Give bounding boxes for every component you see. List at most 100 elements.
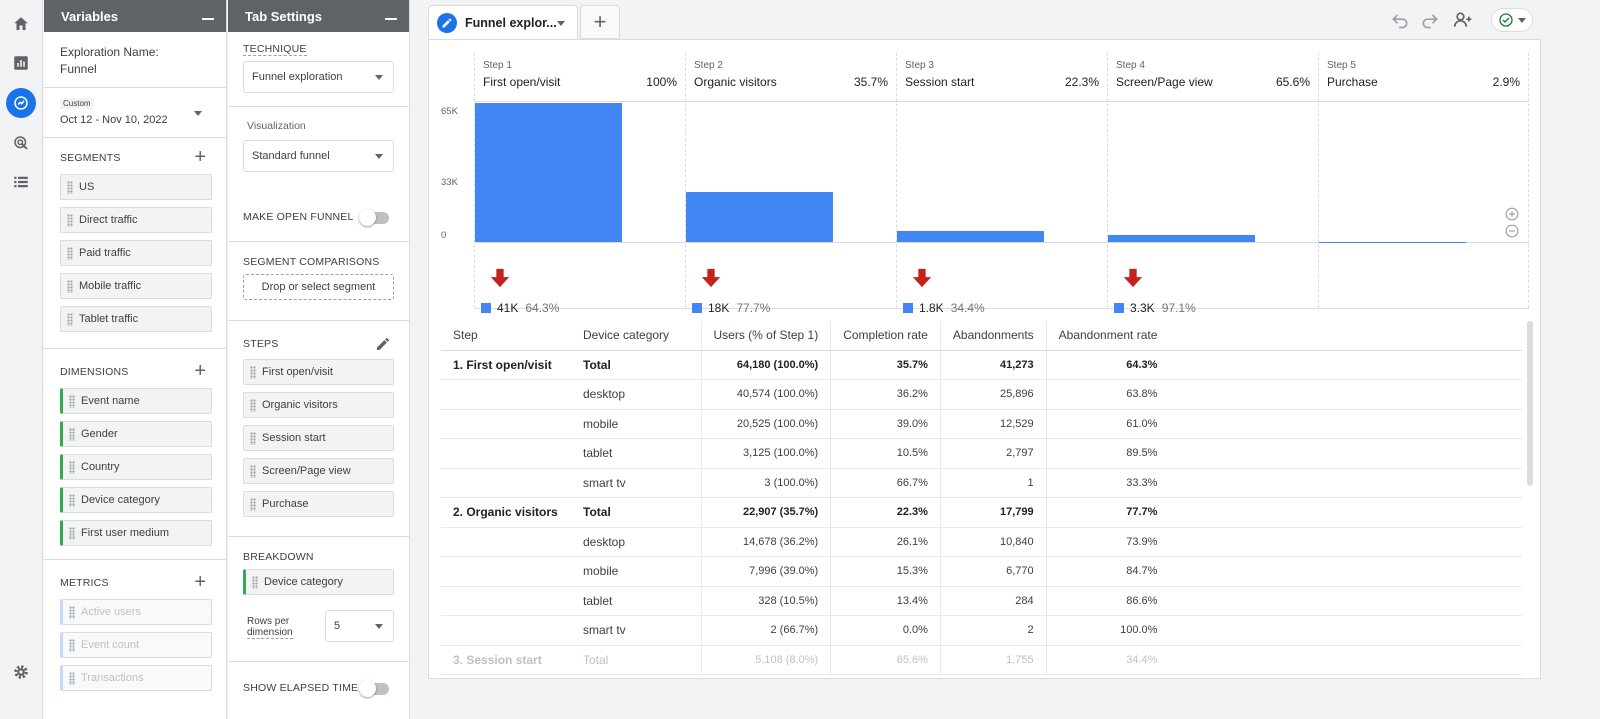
column-header-users[interactable]: Users (% of Step 1) — [700, 321, 831, 351]
metric-chip[interactable]: Event count — [60, 632, 212, 658]
drag-handle-icon[interactable] — [250, 366, 256, 379]
drag-handle-icon[interactable] — [69, 395, 75, 408]
segment-chip[interactable]: Paid traffic — [60, 240, 212, 266]
table-row[interactable]: tablet 3,125 (100.0%) 10.5% 2,797 89.5% — [441, 438, 1522, 469]
redo-icon[interactable] — [1420, 10, 1440, 30]
show-elapsed-time-toggle[interactable] — [359, 680, 389, 697]
drag-handle-icon[interactable] — [69, 527, 75, 540]
tab-menu-chevron-icon[interactable] — [557, 20, 565, 26]
step-chip[interactable]: Screen/Page view — [243, 458, 394, 484]
abandonment-arrow-icon[interactable] — [489, 267, 511, 289]
abandonment-arrow-icon[interactable] — [700, 267, 722, 289]
table-row[interactable]: 2. Organic visitors Total 22,907 (35.7%) 22… — [441, 497, 1522, 528]
table-row[interactable]: smart tv 3 (100.0%) 66.7% 1 33.3% — [441, 468, 1522, 498]
table-row[interactable]: 1. First open/visit Total 64,180 (100.0%) 3… — [441, 350, 1522, 380]
drag-handle-icon[interactable] — [67, 280, 73, 293]
table-cell-step — [441, 586, 571, 616]
edit-steps-pencil-icon[interactable] — [375, 336, 391, 352]
save-status-button[interactable] — [1491, 8, 1533, 32]
dimension-chip[interactable]: Device category — [60, 487, 212, 513]
table-row[interactable]: smart tv 2 (66.7%) 0.0% 2 100.0% — [441, 615, 1522, 646]
table-row[interactable]: mobile 20,525 (100.0%) 39.0% 12,529 61.0% — [441, 409, 1522, 439]
drag-handle-icon[interactable] — [67, 247, 73, 260]
add-metric-icon[interactable]: + — [194, 572, 206, 592]
minimize-tab-settings-icon[interactable] — [385, 18, 397, 20]
drag-handle-icon[interactable] — [250, 498, 256, 511]
drag-handle-icon[interactable] — [69, 494, 75, 507]
advertising-icon[interactable] — [6, 128, 36, 158]
segment-comparisons-title: SEGMENT COMPARISONS — [243, 256, 380, 268]
drag-handle-icon[interactable] — [250, 399, 256, 412]
edit-pencil-icon[interactable] — [437, 12, 457, 33]
column-header-abandonment-rate[interactable]: Abandonment rate — [1045, 321, 1170, 351]
zoom-out-icon[interactable] — [1505, 224, 1519, 238]
minimize-variables-icon[interactable] — [202, 18, 214, 20]
drag-handle-icon[interactable] — [67, 181, 73, 194]
configure-icon[interactable] — [6, 167, 36, 197]
funnel-bar[interactable] — [475, 102, 622, 242]
step-chip[interactable]: Organic visitors — [243, 392, 394, 418]
visualization-select[interactable]: Standard funnel — [243, 140, 394, 172]
drag-handle-icon[interactable] — [67, 313, 73, 326]
exploration-name-field[interactable]: Funnel — [60, 62, 210, 76]
column-header-device[interactable]: Device category — [571, 321, 701, 351]
step-number-label: Step 4 — [1116, 60, 1145, 71]
dimension-chip[interactable]: Event name — [60, 388, 212, 414]
add-segment-icon[interactable]: + — [194, 147, 206, 167]
rows-per-dimension-select[interactable]: 5 — [325, 610, 394, 642]
open-funnel-toggle[interactable] — [359, 209, 389, 226]
home-icon[interactable] — [6, 9, 36, 39]
drag-handle-icon[interactable] — [250, 432, 256, 445]
column-header-abandonments[interactable]: Abandonments — [939, 321, 1047, 351]
explore-icon[interactable] — [6, 88, 36, 118]
funnel-bar[interactable] — [1108, 234, 1255, 242]
segment-chip[interactable]: Mobile traffic — [60, 273, 212, 299]
tab-funnel-exploration[interactable]: Funnel explor... — [428, 5, 578, 39]
technique-select[interactable]: Funnel exploration — [243, 61, 394, 93]
date-dropdown-icon[interactable] — [194, 111, 202, 116]
segment-chip[interactable]: Direct traffic — [60, 207, 212, 233]
step-chip[interactable]: Purchase — [243, 491, 394, 517]
abandonment-rate: 34.4% — [950, 301, 985, 315]
column-header-completion[interactable]: Completion rate — [830, 321, 941, 351]
table-row[interactable]: desktop 40,574 (100.0%) 36.2% 25,896 63.8% — [441, 379, 1522, 410]
segment-drop-zone[interactable]: Drop or select segment — [243, 274, 394, 300]
table-row[interactable]: mobile 7,996 (39.0%) 15.3% 6,770 84.7% — [441, 556, 1522, 587]
abandonment-arrow-icon[interactable] — [911, 267, 933, 289]
step-chip[interactable]: First open/visit — [243, 359, 394, 385]
visualization-section: Visualization Standard funnel MAKE OPEN … — [228, 107, 409, 242]
funnel-bar[interactable] — [897, 230, 1044, 242]
metric-chip[interactable]: Active users — [60, 599, 212, 625]
add-tab-button[interactable]: + — [580, 5, 620, 39]
dimension-chip[interactable]: Gender — [60, 421, 212, 447]
drag-handle-icon[interactable] — [250, 465, 256, 478]
drag-handle-icon[interactable] — [69, 428, 75, 441]
share-add-user-icon[interactable] — [1452, 10, 1474, 30]
breakdown-chip[interactable]: Device category — [243, 569, 394, 595]
table-row[interactable]: tablet 328 (10.5%) 13.4% 284 86.6% — [441, 586, 1522, 616]
date-range-section[interactable]: Custom Oct 12 - Nov 10, 2022 — [44, 88, 226, 138]
table-row[interactable]: 3. Session start Total 5,108 (8.0%) 65.6% 1,… — [441, 645, 1522, 675]
drag-handle-icon[interactable] — [67, 214, 73, 227]
dimension-chip[interactable]: First user medium — [60, 520, 212, 546]
drag-handle-icon[interactable] — [69, 606, 75, 619]
zoom-in-icon[interactable] — [1505, 207, 1519, 221]
drag-handle-icon[interactable] — [69, 639, 75, 652]
step-chip[interactable]: Session start — [243, 425, 394, 451]
metric-chip[interactable]: Transactions — [60, 665, 212, 691]
funnel-bar[interactable] — [686, 192, 833, 242]
reports-icon[interactable] — [6, 48, 36, 78]
dimension-chip[interactable]: Country — [60, 454, 212, 480]
undo-icon[interactable] — [1390, 10, 1410, 30]
abandonment-arrow-icon[interactable] — [1122, 267, 1144, 289]
table-row[interactable]: desktop 14,678 (36.2%) 26.1% 10,840 73.9% — [441, 527, 1522, 557]
drag-handle-icon[interactable] — [252, 576, 258, 589]
drag-handle-icon[interactable] — [69, 461, 75, 474]
drag-handle-icon[interactable] — [69, 672, 75, 685]
add-dimension-icon[interactable]: + — [194, 361, 206, 381]
segment-chip[interactable]: US — [60, 174, 212, 200]
column-header-step[interactable]: Step — [441, 321, 571, 351]
table-scrollbar[interactable] — [1527, 321, 1533, 486]
segment-chip[interactable]: Tablet traffic — [60, 306, 212, 332]
settings-gear-icon[interactable] — [6, 657, 36, 687]
